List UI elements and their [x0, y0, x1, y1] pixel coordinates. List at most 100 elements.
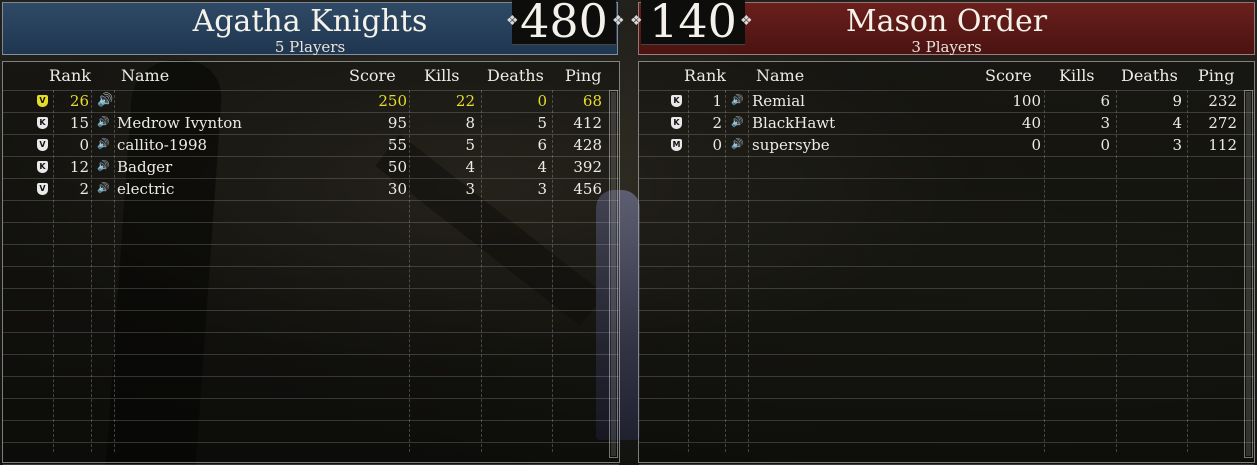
class-badge-icon: K	[37, 117, 48, 129]
player-kills: 3	[1100, 114, 1110, 132]
row-divider	[639, 420, 1254, 421]
player-ping: 232	[1208, 92, 1237, 110]
col-header-kills[interactable]: Kills	[1059, 66, 1095, 85]
player-ping: 112	[1208, 136, 1237, 154]
team-score-mason: 140	[641, 0, 745, 45]
player-name: Badger	[117, 158, 173, 176]
speaker-icon: 🔊	[97, 139, 110, 150]
speaker-icon: 🔊	[731, 117, 744, 128]
row-divider	[3, 310, 619, 311]
player-score: 40	[1021, 114, 1041, 132]
player-name: electric	[117, 180, 175, 198]
player-score: 100	[1012, 92, 1041, 110]
scoreboard-mason: Rank Name Score Kills Deaths Ping K 1 🔊 Rem…	[638, 61, 1255, 465]
player-row[interactable]: V 26 🔊 250 22 0 68	[3, 90, 619, 112]
col-header-kills[interactable]: Kills	[424, 66, 460, 85]
col-header-deaths[interactable]: Deaths	[487, 66, 544, 85]
class-badge-icon: V	[37, 95, 48, 107]
player-deaths: 0	[537, 92, 547, 110]
speaker-icon: 🔊	[97, 161, 110, 172]
player-rank: 2	[712, 114, 722, 132]
player-score: 55	[387, 136, 407, 154]
row-divider	[3, 222, 619, 223]
player-rank: 0	[712, 136, 722, 154]
ornament-icon: ❖	[740, 13, 753, 29]
row-divider	[639, 376, 1254, 377]
player-row[interactable]: V 2 🔊 electric 30 3 3 456	[3, 178, 619, 200]
player-row[interactable]: K 1 🔊 Remial 100 6 9 232	[639, 90, 1254, 112]
speaker-icon: 🔊	[97, 117, 110, 128]
player-row[interactable]: V 0 🔊 callito-1998 55 5 6 428	[3, 134, 619, 156]
player-rank: 2	[79, 180, 89, 198]
row-divider	[639, 288, 1254, 289]
row-divider	[3, 244, 619, 245]
col-header-name[interactable]: Name	[121, 66, 169, 85]
player-ping: 272	[1208, 114, 1237, 132]
player-rank: 1	[712, 92, 722, 110]
row-divider	[3, 398, 619, 399]
row-divider	[3, 376, 619, 377]
row-divider	[3, 332, 619, 333]
col-header-ping[interactable]: Ping	[565, 66, 601, 85]
col-header-ping[interactable]: Ping	[1198, 66, 1234, 85]
player-rank: 26	[69, 92, 89, 110]
col-header-rank[interactable]: Rank	[49, 66, 91, 85]
speaker-icon: 🔊	[97, 183, 110, 194]
player-kills: 4	[465, 158, 475, 176]
player-ping: 428	[573, 136, 602, 154]
row-divider	[639, 266, 1254, 267]
col-header-score[interactable]: Score	[985, 66, 1032, 85]
player-name: Medrow Ivynton	[117, 114, 242, 132]
row-divider	[3, 288, 619, 289]
player-score: 95	[387, 114, 407, 132]
row-divider	[639, 354, 1254, 355]
row-divider	[639, 200, 1254, 201]
player-ping: 412	[573, 114, 602, 132]
class-badge-icon: M	[671, 139, 682, 151]
player-score: 250	[378, 92, 407, 110]
row-divider	[639, 178, 1254, 179]
player-kills: 22	[455, 92, 475, 110]
row-divider	[639, 244, 1254, 245]
player-rank: 15	[69, 114, 89, 132]
player-deaths: 6	[537, 136, 547, 154]
player-row[interactable]: K 12 🔊 Badger 50 4 4 392	[3, 156, 619, 178]
player-kills: 8	[465, 114, 475, 132]
player-deaths: 3	[1172, 136, 1182, 154]
row-divider	[639, 442, 1254, 443]
player-deaths: 5	[537, 114, 547, 132]
player-score: 50	[387, 158, 407, 176]
row-divider	[639, 398, 1254, 399]
player-row[interactable]: K 15 🔊 Medrow Ivynton 95 8 5 412	[3, 112, 619, 134]
row-divider	[3, 442, 619, 443]
col-header-rank[interactable]: Rank	[684, 66, 726, 85]
player-row[interactable]: M 0 🔊 supersybe 0 0 3 112	[639, 134, 1254, 156]
speaker-icon: 🔊	[731, 139, 744, 150]
player-deaths: 3	[537, 180, 547, 198]
player-deaths: 4	[1172, 114, 1182, 132]
player-score: 30	[387, 180, 407, 198]
player-kills: 6	[1100, 92, 1110, 110]
row-divider	[639, 310, 1254, 311]
speaker-icon: 🔊	[731, 95, 744, 106]
player-deaths: 4	[537, 158, 547, 176]
col-header-deaths[interactable]: Deaths	[1121, 66, 1178, 85]
class-badge-icon: K	[671, 95, 682, 107]
player-row[interactable]: K 2 🔊 BlackHawt 40 3 4 272	[639, 112, 1254, 134]
row-divider	[639, 332, 1254, 333]
class-badge-icon: V	[37, 139, 48, 151]
player-name: supersybe	[752, 136, 830, 154]
col-header-score[interactable]: Score	[349, 66, 396, 85]
player-deaths: 9	[1172, 92, 1182, 110]
player-name: Remial	[752, 92, 805, 110]
player-ping: 456	[573, 180, 602, 198]
player-name: BlackHawt	[752, 114, 836, 132]
ornament-icon: ❖	[630, 13, 643, 29]
row-divider	[3, 266, 619, 267]
row-divider	[3, 354, 619, 355]
speaker-icon: 🔊	[97, 93, 114, 108]
player-score: 0	[1031, 136, 1041, 154]
col-header-name[interactable]: Name	[756, 66, 804, 85]
scoreboard-agatha: Rank Name Score Kills Deaths Ping V 26 🔊 25…	[2, 61, 620, 465]
player-kills: 0	[1100, 136, 1110, 154]
